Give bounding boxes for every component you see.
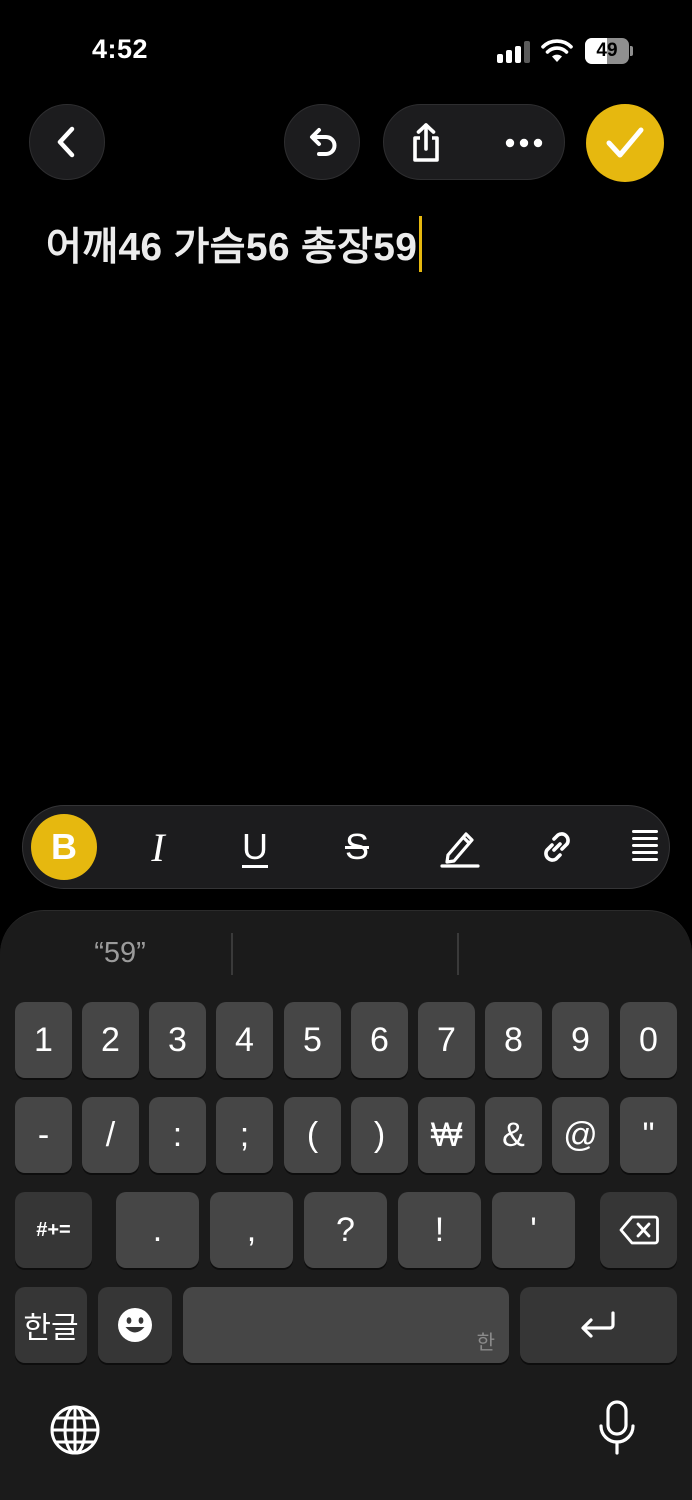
key-hyphen[interactable]: - (15, 1097, 72, 1173)
battery-icon: 49 (585, 38, 633, 64)
note-body[interactable]: 어깨46 가슴56 총장59 (46, 216, 423, 272)
ellipsis-icon (505, 138, 543, 148)
key-5[interactable]: 5 (284, 1002, 341, 1078)
space-key-label: 한 (476, 1332, 495, 1354)
key-close-paren[interactable]: ) (351, 1097, 408, 1173)
return-key[interactable] (520, 1287, 677, 1363)
key-6[interactable]: 6 (351, 1002, 408, 1078)
key-7[interactable]: 7 (418, 1002, 475, 1078)
backspace-icon (619, 1215, 659, 1245)
delete-key[interactable] (600, 1192, 677, 1268)
key-at[interactable]: @ (552, 1097, 609, 1173)
text-caret (419, 216, 423, 272)
key-8[interactable]: 8 (485, 1002, 542, 1078)
done-button[interactable] (586, 104, 664, 182)
globe-icon[interactable] (49, 1404, 101, 1456)
language-key[interactable]: 한글 (15, 1287, 87, 1363)
key-exclamation[interactable]: ! (398, 1192, 481, 1268)
italic-button[interactable]: I (125, 814, 191, 880)
link-button[interactable] (524, 814, 590, 880)
pen-icon (440, 832, 480, 868)
key-question[interactable]: ? (304, 1192, 387, 1268)
key-1[interactable]: 1 (15, 1002, 72, 1078)
highlight-button[interactable] (427, 814, 493, 880)
link-icon (544, 832, 570, 862)
suggestion-2[interactable] (240, 931, 450, 975)
bold-button[interactable]: B (31, 814, 97, 880)
format-toolbar: B I U S (22, 805, 670, 889)
share-button[interactable] (388, 105, 464, 181)
key-2[interactable]: 2 (82, 1002, 139, 1078)
chevron-left-icon (57, 126, 75, 158)
undo-icon (310, 128, 337, 156)
key-ampersand[interactable]: & (485, 1097, 542, 1173)
text-align-button[interactable] (617, 814, 673, 880)
key-won[interactable]: ₩ (418, 1097, 475, 1173)
return-icon (580, 1311, 615, 1338)
share-more-group (383, 104, 565, 180)
note-text: 어깨46 가슴56 총장59 (46, 226, 418, 269)
underline-button[interactable]: U (222, 814, 288, 880)
share-icon (413, 123, 439, 162)
key-0[interactable]: 0 (620, 1002, 677, 1078)
key-open-paren[interactable]: ( (284, 1097, 341, 1173)
key-comma[interactable]: , (210, 1192, 293, 1268)
symbols-toggle-key[interactable]: #+= (15, 1192, 92, 1268)
text-align-icon (632, 830, 658, 861)
emoji-icon (118, 1308, 152, 1342)
back-button[interactable] (29, 104, 105, 180)
key-colon[interactable]: : (149, 1097, 206, 1173)
space-key[interactable]: 한 (183, 1287, 509, 1363)
status-time: 4:52 (92, 34, 149, 64)
cellular-signal-icon (497, 41, 531, 63)
key-period[interactable]: . (116, 1192, 199, 1268)
key-semicolon[interactable]: ; (216, 1097, 273, 1173)
suggestion-1[interactable]: “59” (20, 931, 220, 975)
key-3[interactable]: 3 (149, 1002, 206, 1078)
microphone-icon[interactable] (596, 1400, 638, 1456)
emoji-key[interactable] (98, 1287, 172, 1363)
checkmark-icon (606, 127, 644, 158)
key-9[interactable]: 9 (552, 1002, 609, 1078)
key-4[interactable]: 4 (216, 1002, 273, 1078)
key-quote[interactable]: " (620, 1097, 677, 1173)
suggestion-3[interactable] (466, 931, 676, 975)
wifi-icon (541, 39, 573, 62)
strikethrough-button[interactable]: S (324, 814, 390, 880)
more-button[interactable] (486, 105, 562, 181)
undo-button[interactable] (284, 104, 360, 180)
key-apostrophe[interactable]: ' (492, 1192, 575, 1268)
key-slash[interactable]: / (82, 1097, 139, 1173)
battery-level: 49 (596, 40, 618, 61)
